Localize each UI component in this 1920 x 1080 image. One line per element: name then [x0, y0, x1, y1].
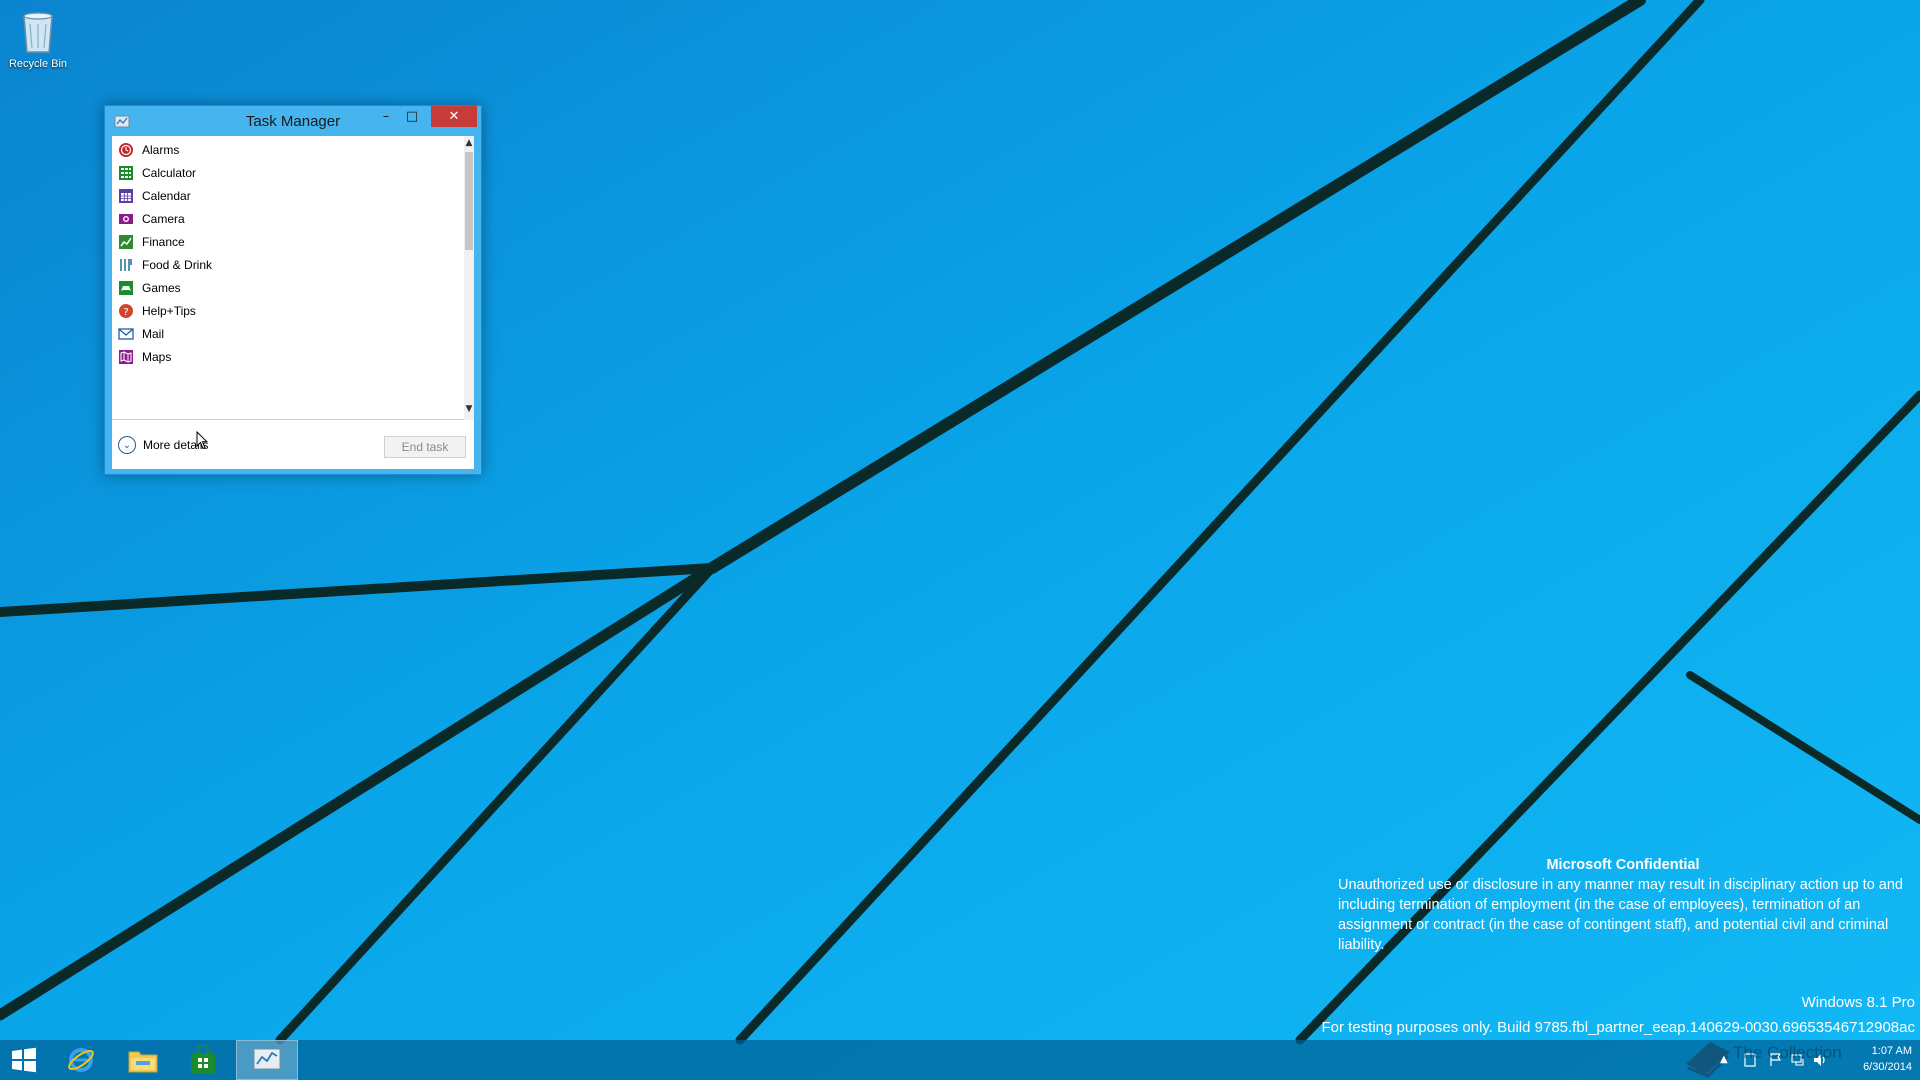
more-details-button[interactable]: ⌄ More details [118, 435, 208, 455]
system-clock[interactable]: 1:07 AM 6/30/2014 [1863, 1043, 1912, 1075]
clock-date: 6/30/2014 [1863, 1061, 1912, 1073]
start-button[interactable] [0, 1040, 48, 1080]
taskbar: ▲ 1:07 AM 6/30/2014 [0, 1040, 1920, 1080]
finance-icon [119, 235, 133, 249]
desktop: Recycle Bin Task Manager – □ ✕ Alarms Ca… [0, 0, 1920, 1080]
calendar-icon [119, 189, 133, 203]
app-name: Calculator [142, 166, 197, 180]
help-tips-icon: ? [119, 304, 133, 318]
store-icon [191, 1045, 215, 1073]
task-manager-content: Alarms Calculator Calendar Camera Financ… [112, 136, 474, 469]
app-name: Camera [142, 212, 185, 226]
watermark-title: Microsoft Confidential [1546, 857, 1700, 873]
scroll-down-arrow-icon[interactable]: ▼ [464, 404, 474, 416]
app-name: Food & Drink [142, 258, 213, 272]
app-row-maps[interactable]: Maps [112, 343, 464, 371]
app-name: Alarms [142, 143, 180, 157]
file-explorer-taskbar-button[interactable] [112, 1040, 174, 1080]
mail-icon [118, 328, 134, 340]
chevron-down-circle-icon: ⌄ [118, 436, 136, 454]
app-name: Calendar [142, 189, 191, 203]
app-name: Maps [142, 350, 172, 364]
internet-explorer-icon [68, 1048, 94, 1072]
food-drink-icon [119, 258, 133, 272]
task-manager-taskbar-button[interactable] [236, 1040, 298, 1080]
app-name: Mail [142, 327, 165, 341]
maximize-icon: □ [405, 109, 419, 124]
end-task-button[interactable]: End task [384, 436, 466, 458]
internet-explorer-taskbar-button[interactable] [50, 1040, 112, 1080]
alarms-icon [119, 143, 133, 157]
task-manager-footer: ⌄ More details End task [112, 420, 474, 469]
recycle-bin-desktop-icon[interactable]: Recycle Bin [2, 2, 74, 76]
watermark-body: Unauthorized use or disclosure in any ma… [1338, 877, 1903, 953]
task-manager-icon [253, 1048, 281, 1070]
close-icon: ✕ [448, 109, 460, 124]
calculator-icon [119, 166, 133, 180]
games-icon [119, 281, 133, 295]
windows-logo-icon [12, 1047, 36, 1073]
recycle-bin-label: Recycle Bin [8, 58, 68, 70]
maximize-button[interactable]: □ [399, 106, 425, 127]
mouse-cursor-icon [196, 431, 208, 450]
windows-edition: Windows 8.1 Pro [1801, 994, 1915, 1011]
app-name: Help+Tips [142, 304, 196, 318]
list-scrollbar[interactable]: ▲ ▼ [464, 136, 474, 420]
clock-time: 1:07 AM [1871, 1045, 1912, 1057]
app-name: Games [142, 281, 181, 295]
minimize-button[interactable]: – [373, 106, 399, 127]
svg-text:?: ? [123, 307, 128, 318]
task-manager-window: Task Manager – □ ✕ Alarms Calculator Cal… [104, 105, 482, 475]
build-string: For testing purposes only. Build 9785.fb… [1321, 1019, 1915, 1036]
minimize-icon: – [382, 109, 390, 124]
scroll-thumb[interactable] [465, 152, 473, 250]
confidential-watermark: Microsoft Confidential Unauthorized use … [1338, 855, 1908, 955]
show-hidden-icons-arrow-icon[interactable]: ▲ [1720, 1054, 1728, 1065]
overlay-watermark-text: The Collection [1733, 1043, 1842, 1062]
app-name: Finance [142, 235, 185, 249]
task-manager-titlebar[interactable]: Task Manager – □ ✕ [105, 106, 481, 136]
camera-icon [119, 214, 133, 224]
folder-icon [128, 1051, 158, 1073]
recycle-bin-icon [23, 12, 53, 53]
app-list: Alarms Calculator Calendar Camera Financ… [112, 136, 464, 420]
store-taskbar-button[interactable] [172, 1040, 234, 1080]
scroll-up-arrow-icon[interactable]: ▲ [464, 138, 474, 150]
maps-icon [119, 350, 133, 364]
close-button[interactable]: ✕ [431, 106, 477, 127]
